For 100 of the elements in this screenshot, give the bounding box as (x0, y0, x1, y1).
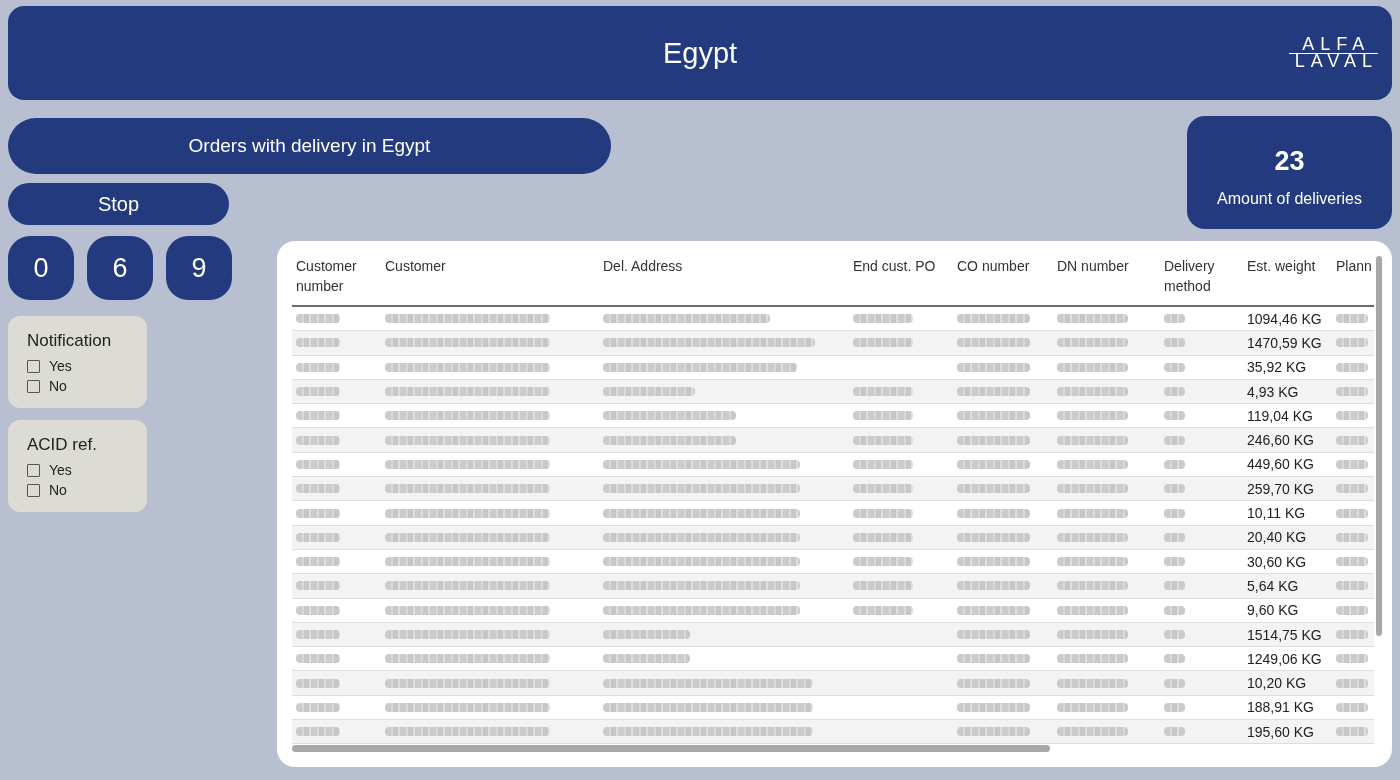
redaction-blur (296, 702, 340, 712)
redaction-blur (1057, 435, 1128, 445)
table-cell-text: 1094,46 KG (1247, 309, 1323, 328)
redaction-blur (296, 314, 340, 324)
redaction-blur (296, 581, 340, 591)
checkbox-label[interactable]: Yes (49, 357, 72, 375)
redaction-blur (1336, 338, 1368, 348)
redaction-blur (296, 338, 340, 348)
redaction-blur (853, 435, 913, 445)
redaction-blur (853, 532, 913, 542)
redaction-blur (1164, 435, 1185, 445)
redaction-blur (1164, 411, 1185, 421)
timer-digit: 0 (8, 236, 74, 300)
checkbox[interactable] (27, 463, 40, 477)
redaction-blur (1336, 605, 1368, 615)
redaction-blur (853, 459, 913, 469)
redaction-blur (1057, 484, 1128, 494)
timer-digit: 9 (166, 236, 232, 300)
redaction-blur (1057, 532, 1128, 542)
redaction-blur (853, 605, 913, 615)
filter-title: Notification (27, 330, 112, 352)
redaction-blur (1336, 387, 1368, 397)
redaction-blur (1336, 678, 1368, 688)
redaction-blur (296, 435, 340, 445)
redaction-blur (853, 581, 913, 591)
redaction-blur (1057, 654, 1128, 664)
redaction-blur (853, 387, 913, 397)
column-header: Del. Address (603, 257, 684, 276)
redaction-blur (296, 654, 340, 664)
checkbox-label[interactable]: No (49, 481, 67, 499)
table-cell-text: 20,40 KG (1247, 528, 1308, 547)
redaction-blur (1164, 459, 1185, 469)
redaction-blur (1164, 484, 1185, 494)
redaction-blur (1164, 605, 1185, 615)
redaction-blur (1057, 605, 1128, 615)
table-cell-text: 4,93 KG (1247, 382, 1300, 401)
redaction-blur (1164, 654, 1185, 664)
redaction-blur (1336, 557, 1368, 567)
redaction-blur (296, 362, 340, 372)
redaction-blur (296, 508, 340, 518)
checkbox-label[interactable]: No (49, 377, 67, 395)
column-header: Delivery method (1164, 257, 1216, 296)
redaction-blur (853, 557, 913, 567)
checkbox-label[interactable]: Yes (49, 461, 72, 479)
redaction-blur (853, 484, 913, 494)
redaction-blur (1057, 727, 1128, 737)
stop-button[interactable]: Stop (8, 183, 229, 225)
table-cell-text: 259,70 KG (1247, 479, 1315, 498)
checkbox[interactable] (27, 379, 40, 393)
redaction-blur (296, 557, 340, 567)
redaction-blur (1164, 702, 1185, 712)
table-cell-text: 30,60 KG (1247, 552, 1308, 571)
redaction-blur (1164, 338, 1185, 348)
column-header: Plann (1336, 257, 1373, 276)
redaction-blur (1164, 678, 1185, 688)
redaction-blur (1336, 411, 1368, 421)
timer-digit: 6 (87, 236, 153, 300)
column-header: End cust. PO (853, 257, 937, 276)
redaction-blur (1164, 630, 1185, 639)
redaction-blur (1336, 702, 1368, 712)
redaction-blur (1057, 362, 1128, 372)
table-cell-text: 188,91 KG (1247, 698, 1315, 717)
redaction-blur (1057, 314, 1128, 324)
redaction-blur (1057, 459, 1128, 469)
redaction-blur (1336, 727, 1368, 737)
table-cell-text: 9,60 KG (1247, 601, 1300, 620)
redaction-blur (1057, 678, 1128, 688)
redaction-blur (1164, 387, 1185, 397)
redaction-blur (853, 338, 913, 348)
checkbox[interactable] (27, 483, 40, 497)
redaction-blur (1164, 532, 1185, 542)
checkbox[interactable] (27, 359, 40, 373)
table-cell-text: 5,64 KG (1247, 576, 1300, 595)
table-cell-text: 1514,75 KG (1247, 625, 1323, 644)
redaction-blur (296, 387, 340, 397)
redaction-blur (1164, 557, 1185, 567)
column-header: Customer (385, 257, 447, 276)
redaction-blur (1164, 581, 1185, 591)
redaction-blur (1057, 508, 1128, 518)
redaction-blur (296, 605, 340, 615)
redaction-blur (1057, 338, 1128, 348)
redaction-blur (296, 678, 340, 688)
table-cell-text: 1249,06 KG (1247, 649, 1323, 668)
table-cell-text: 10,20 KG (1247, 674, 1308, 693)
redaction-blur (1164, 314, 1185, 324)
table-cell-text: 1470,59 KG (1247, 333, 1323, 352)
redaction-blur (1336, 362, 1368, 372)
redaction-blur (1057, 411, 1128, 421)
column-header: Est. weight (1247, 257, 1317, 276)
table-cell-text: 246,60 KG (1247, 431, 1315, 450)
redaction-blur (853, 314, 913, 324)
horizontal-scrollbar[interactable] (292, 745, 1050, 753)
table-cell-text: 195,60 KG (1247, 722, 1315, 741)
kpi-value: 23 (1274, 146, 1305, 176)
redaction-blur (1336, 532, 1368, 542)
redaction-blur (1336, 484, 1368, 494)
redaction-blur (296, 727, 340, 737)
redaction-blur (1336, 459, 1368, 469)
kpi-label: Amount of deliveries (1217, 189, 1362, 209)
vertical-scrollbar[interactable] (1376, 256, 1382, 636)
